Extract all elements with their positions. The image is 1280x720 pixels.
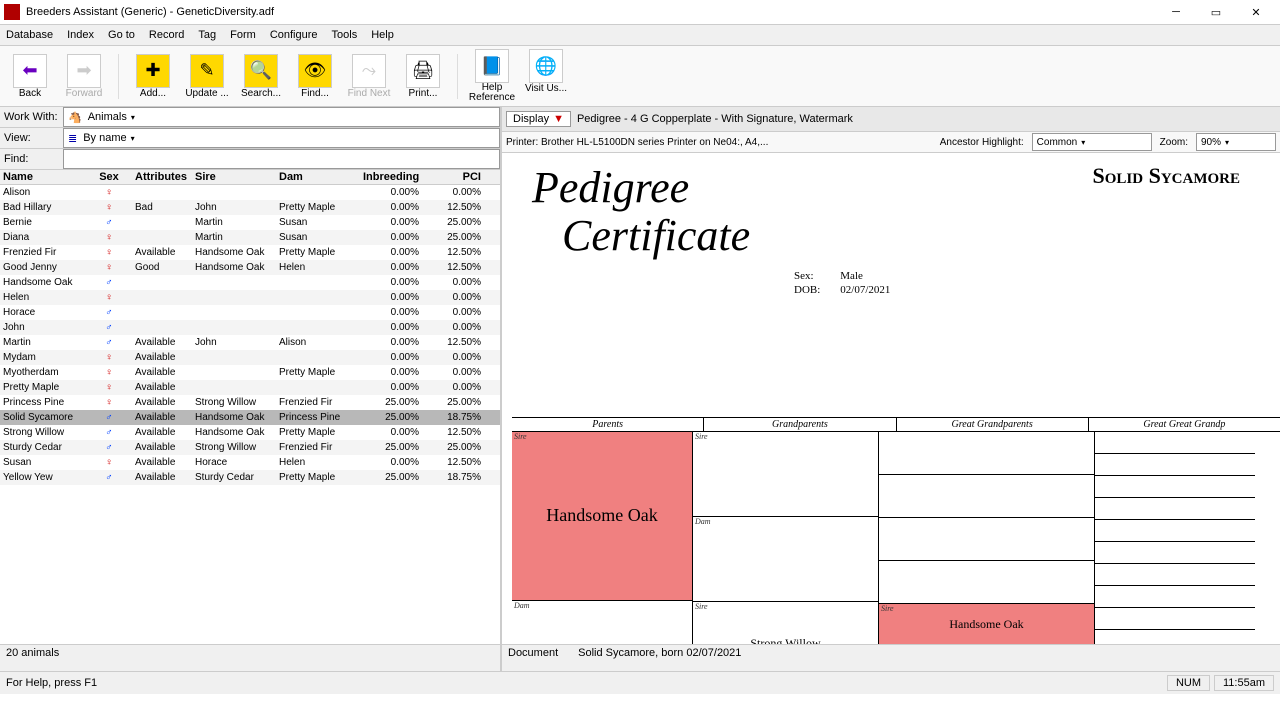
table-row[interactable]: Frenzied Fir♀AvailableHandsome OakPretty… <box>0 245 500 260</box>
view-select[interactable]: ≣By name <box>63 128 500 148</box>
find-input[interactable] <box>63 149 500 169</box>
left-footer: 20 animals <box>0 644 500 671</box>
display-desc: Pedigree - 4 G Copperplate - With Signat… <box>577 113 1276 125</box>
col-sire[interactable]: Sire <box>192 170 276 184</box>
menu-form[interactable]: Form <box>230 29 256 41</box>
status-time: 11:55am <box>1214 675 1274 691</box>
col-attr[interactable]: Attributes <box>132 170 192 184</box>
table-row[interactable]: Horace♂0.00%0.00% <box>0 305 500 320</box>
table-row[interactable]: Handsome Oak♂0.00%0.00% <box>0 275 500 290</box>
workwith-select[interactable]: 🐴Animals <box>63 107 500 127</box>
maximize-button[interactable]: ▭ <box>1196 0 1236 24</box>
table-row[interactable]: Solid Sycamore♂AvailableHandsome OakPrin… <box>0 410 500 425</box>
find-next-button[interactable]: ⤳Find Next <box>345 54 393 99</box>
status-num: NUM <box>1167 675 1210 691</box>
forward-button[interactable]: ➡Forward <box>60 54 108 99</box>
minimize-button[interactable]: ─ <box>1156 0 1196 24</box>
table-row[interactable]: Sturdy Cedar♂AvailableStrong WillowFrenz… <box>0 440 500 455</box>
workwith-label: Work With: <box>0 109 63 125</box>
table-row[interactable]: Myotherdam♀AvailablePretty Maple0.00%0.0… <box>0 365 500 380</box>
menu-database[interactable]: Database <box>6 29 53 41</box>
table-row[interactable]: Mydam♀Available0.00%0.00% <box>0 350 500 365</box>
pedigree-header-row: ParentsGrandparents Great GrandparentsGr… <box>512 417 1280 432</box>
table-row[interactable]: Yellow Yew♂AvailableSturdy CedarPretty M… <box>0 470 500 485</box>
table-row[interactable]: Princess Pine♀AvailableStrong WillowFren… <box>0 395 500 410</box>
add-button[interactable]: ✚Add... <box>129 54 177 99</box>
zoom-select[interactable]: 90% <box>1196 133 1276 151</box>
close-button[interactable]: ✕ <box>1236 0 1276 24</box>
pedigree-grid: SireHandsome Oak DamPrincess Pine Sire D… <box>512 432 1280 644</box>
help-ref-button[interactable]: 📘Help Reference <box>468 49 516 103</box>
find-button[interactable]: 👁Find... <box>291 54 339 99</box>
table-row[interactable]: Diana♀MartinSusan0.00%25.00% <box>0 230 500 245</box>
pedigree-preview[interactable]: Solid Sycamore Pedigree Certificate Sex:… <box>502 153 1280 644</box>
table-row[interactable]: Strong Willow♂AvailableHandsome OakPrett… <box>0 425 500 440</box>
table-row[interactable]: Martin♂AvailableJohnAlison0.00%12.50% <box>0 335 500 350</box>
zoom-label: Zoom: <box>1160 137 1188 148</box>
pedigree-meta: Sex:Male DOB:02/07/2021 <box>792 268 910 298</box>
anc-hl-select[interactable]: Common <box>1032 133 1152 151</box>
col-dam[interactable]: Dam <box>276 170 360 184</box>
table-row[interactable]: Alison♀0.00%0.00% <box>0 185 500 200</box>
right-pane: Display▼ Pedigree - 4 G Copperplate - Wi… <box>502 107 1280 671</box>
menu-tag[interactable]: Tag <box>198 29 216 41</box>
search-button[interactable]: 🔍Search... <box>237 54 285 99</box>
printer-info[interactable]: Printer: Brother HL-L5100DN series Print… <box>506 137 932 148</box>
table-row[interactable]: Bernie♂MartinSusan0.00%25.00% <box>0 215 500 230</box>
toolbar: ⬅Back ➡Forward ✚Add... ✎Update ... 🔍Sear… <box>0 46 1280 107</box>
window-title: Breeders Assistant (Generic) - GeneticDi… <box>26 6 1156 18</box>
grid-header: Name Sex Attributes Sire Dam Inbreeding … <box>0 170 500 185</box>
anc-hl-label: Ancestor Highlight: <box>940 137 1024 148</box>
menu-bar: Database Index Go to Record Tag Form Configure… <box>0 25 1280 46</box>
table-row[interactable]: Good Jenny♀GoodHandsome OakHelen0.00%12.… <box>0 260 500 275</box>
col-name[interactable]: Name <box>0 170 86 184</box>
left-pane: Work With: 🐴Animals View: ≣By name Find:… <box>0 107 502 671</box>
display-button[interactable]: Display▼ <box>506 111 571 127</box>
grid-body[interactable]: Alison♀0.00%0.00%Bad Hillary♀BadJohnPret… <box>0 185 500 644</box>
menu-tools[interactable]: Tools <box>332 29 358 41</box>
table-row[interactable]: Helen♀0.00%0.00% <box>0 290 500 305</box>
menu-go-to[interactable]: Go to <box>108 29 135 41</box>
view-label: View: <box>0 130 63 146</box>
col-pci[interactable]: PCI <box>422 170 484 184</box>
back-button[interactable]: ⬅Back <box>6 54 54 99</box>
status-bar: For Help, press F1 NUM 11:55am <box>0 671 1280 694</box>
menu-index[interactable]: Index <box>67 29 94 41</box>
pedigree-animal-name: Solid Sycamore <box>1093 163 1240 189</box>
col-inb[interactable]: Inbreeding <box>360 170 422 184</box>
doc-label: Document <box>508 647 558 669</box>
title-bar: Breeders Assistant (Generic) - GeneticDi… <box>0 0 1280 25</box>
doc-text: Solid Sycamore, born 02/07/2021 <box>578 647 741 669</box>
table-row[interactable]: Susan♀AvailableHoraceHelen0.00%12.50% <box>0 455 500 470</box>
table-row[interactable]: Pretty Maple♀Available0.00%0.00% <box>0 380 500 395</box>
table-row[interactable]: John♂0.00%0.00% <box>0 320 500 335</box>
menu-configure[interactable]: Configure <box>270 29 318 41</box>
table-row[interactable]: Bad Hillary♀BadJohnPretty Maple0.00%12.5… <box>0 200 500 215</box>
menu-record[interactable]: Record <box>149 29 184 41</box>
menu-help[interactable]: Help <box>371 29 394 41</box>
app-icon <box>4 4 20 20</box>
col-sex[interactable]: Sex <box>86 170 132 184</box>
update-button[interactable]: ✎Update ... <box>183 54 231 99</box>
visit-us-button[interactable]: 🌐Visit Us... <box>522 49 570 103</box>
status-help: For Help, press F1 <box>6 677 97 689</box>
print-button[interactable]: 🖨Print... <box>399 54 447 99</box>
find-label: Find: <box>0 151 63 167</box>
